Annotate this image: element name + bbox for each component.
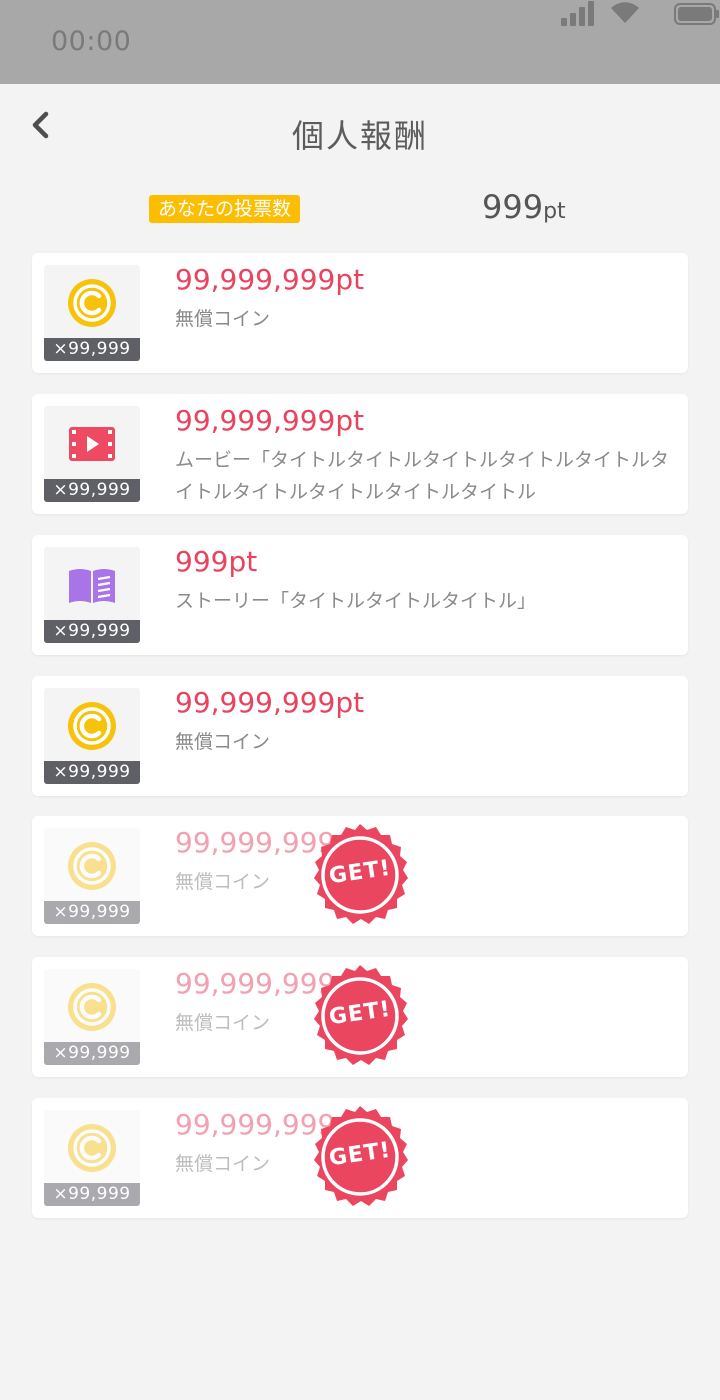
wifi-icon	[611, 2, 639, 23]
coin-icon	[68, 279, 116, 327]
reward-description: 無償コイン	[175, 308, 271, 330]
reward-card-claimed: ×99,999 99,999,999pt 無償コイン GET!	[32, 957, 688, 1077]
reward-description: ムービー「タイトルタイトルタイトルタイトルタイトルタイトルタイトルタイトルタイト…	[175, 449, 670, 503]
coin-icon	[68, 842, 116, 890]
reward-thumbnail: ×99,999	[44, 406, 140, 502]
reward-points: 99,999,999pt	[175, 263, 365, 296]
get-stamp: GET!	[307, 1104, 413, 1210]
reward-points: 99,999,999pt	[175, 404, 365, 437]
reward-thumbnail: ×99,999	[44, 969, 140, 1065]
signal-icon	[561, 1, 594, 26]
reward-description: ストーリー「タイトルタイトルタイトル」	[175, 590, 537, 612]
reward-quantity: ×99,999	[44, 479, 140, 502]
reward-description: 無償コイン	[175, 871, 271, 893]
get-stamp: GET!	[307, 963, 413, 1069]
reward-thumbnail: ×99,999	[44, 547, 140, 643]
reward-points: 99,999,999pt	[175, 686, 365, 719]
reward-card-claimed: ×99,999 99,999,999pt 無償コイン GET!	[32, 1098, 688, 1218]
reward-description: 無償コイン	[175, 1012, 271, 1034]
reward-quantity: ×99,999	[44, 620, 140, 643]
reward-description: 無償コイン	[175, 731, 271, 753]
vote-count-unit: pt	[543, 199, 566, 224]
coin-icon	[68, 1124, 116, 1172]
vote-count-label: あなたの投票数	[149, 195, 301, 223]
reward-card[interactable]: ×99,999 99,999,999pt 無償コイン	[32, 253, 688, 373]
reward-points: 999pt	[175, 545, 258, 578]
status-time: 00:00	[51, 26, 132, 57]
reward-thumbnail: ×99,999	[44, 828, 140, 924]
page-title: 個人報酬	[291, 117, 428, 155]
reward-thumbnail: ×99,999	[44, 265, 140, 361]
vote-count-value: 999	[482, 188, 544, 226]
reward-card[interactable]: ×99,999 99,999,999pt ムービー「タイトルタイトルタイトルタイ…	[32, 394, 688, 514]
book-icon	[69, 569, 115, 603]
movie-icon	[69, 427, 115, 461]
battery-icon	[674, 3, 719, 25]
reward-quantity: ×99,999	[44, 761, 140, 784]
reward-quantity: ×99,999	[44, 338, 140, 361]
reward-quantity: ×99,999	[44, 1042, 140, 1065]
reward-thumbnail: ×99,999	[44, 1110, 140, 1206]
coin-icon	[68, 702, 116, 750]
reward-quantity: ×99,999	[44, 901, 140, 924]
reward-thumbnail: ×99,999	[44, 688, 140, 784]
status-bar: 00:00	[0, 0, 720, 84]
reward-quantity: ×99,999	[44, 1183, 140, 1206]
reward-card[interactable]: ×99,999 99,999,999pt 無償コイン	[32, 676, 688, 796]
coin-icon	[68, 983, 116, 1031]
reward-description: 無償コイン	[175, 1153, 271, 1175]
vote-count: 999pt	[482, 188, 566, 226]
reward-card-claimed: ×99,999 99,999,999pt 無償コイン GET!	[32, 816, 688, 936]
reward-card[interactable]: ×99,999 999pt ストーリー「タイトルタイトルタイトル」	[32, 535, 688, 655]
get-stamp: GET!	[307, 822, 413, 928]
